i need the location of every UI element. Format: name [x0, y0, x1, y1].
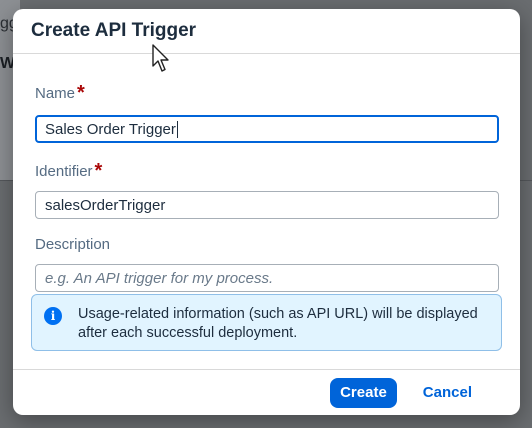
identifier-label-row: Identifier *	[35, 161, 499, 181]
dialog-title: Create API Trigger	[31, 20, 197, 41]
description-label-row: Description	[35, 236, 499, 253]
name-required-marker: *	[77, 82, 85, 104]
name-input[interactable]: Sales Order Trigger	[35, 115, 499, 143]
mouse-pointer-icon	[152, 44, 169, 72]
cancel-button[interactable]: Cancel	[417, 383, 478, 402]
create-api-trigger-dialog: Create API Trigger Name * Sales Order Tr…	[13, 9, 520, 415]
text-caret	[176, 120, 178, 138]
name-input-value: Sales Order Trigger	[45, 120, 176, 138]
dialog-header: Create API Trigger	[13, 9, 520, 54]
info-icon: i	[44, 307, 62, 325]
name-label: Name	[35, 84, 76, 102]
info-message-strip: i Usage-related information (such as API…	[31, 294, 502, 351]
identifier-input[interactable]: salesOrderTrigger	[35, 191, 499, 219]
identifier-input-value: salesOrderTrigger	[45, 196, 166, 214]
description-input[interactable]: e.g. An API trigger for my process.	[35, 264, 499, 292]
identifier-required-marker: *	[94, 160, 103, 182]
description-label: Description	[35, 236, 111, 253]
description-placeholder: e.g. An API trigger for my process.	[45, 269, 274, 287]
trigger-form: Name * Sales Order Trigger Identifier * …	[35, 53, 499, 292]
name-label-row: Name *	[35, 83, 499, 103]
info-message-text: Usage-related information (such as API U…	[78, 306, 478, 341]
dialog-footer: Create Cancel	[13, 369, 520, 415]
create-button[interactable]: Create	[330, 377, 397, 408]
identifier-label: Identifier	[35, 162, 93, 180]
